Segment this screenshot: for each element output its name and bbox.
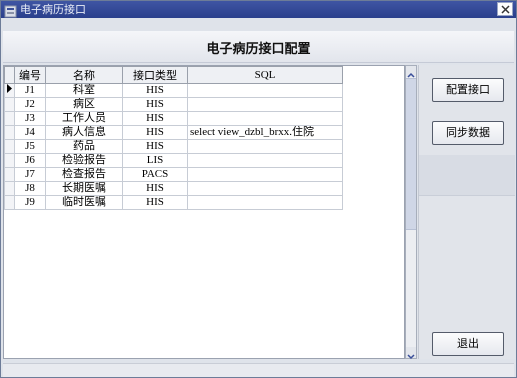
interface-grid[interactable]: 编号 名称 接口类型 SQL J1 科室 HIS J2 病区 HIS J3 工作人员 HIS J4… [3,65,405,359]
cell-type[interactable]: HIS [122,111,188,126]
table-row[interactable]: J7 检查报告 PACS [4,167,343,182]
cell-sql[interactable] [187,139,343,154]
row-indicator [4,167,15,182]
table-row[interactable]: J9 临时医嘱 HIS [4,195,343,210]
cell-code[interactable]: J6 [14,153,46,168]
cell-type[interactable]: HIS [122,83,188,98]
cell-type[interactable]: HIS [122,97,188,112]
status-bar [3,363,514,377]
table-row[interactable]: J4 病人信息 HIS select view_dzbl_brxx.住院 [4,125,343,140]
close-button[interactable] [497,2,513,16]
scroll-up-button[interactable] [406,66,416,78]
panel-band [419,155,515,195]
cell-code[interactable]: J4 [14,125,46,140]
cell-name[interactable]: 检查报告 [45,167,123,182]
page-header: 电子病历接口配置 [3,31,514,63]
window-title: 电子病历接口 [20,3,86,16]
cell-sql[interactable] [187,97,343,112]
cell-name[interactable]: 长期医嘱 [45,181,123,196]
action-panel: 配置接口 同步数据 退出 [418,65,515,359]
cell-name[interactable]: 检验报告 [45,153,123,168]
row-indicator [4,97,15,112]
cell-code[interactable]: J9 [14,195,46,210]
close-icon [501,5,510,14]
cell-name[interactable]: 病人信息 [45,125,123,140]
cell-code[interactable]: J3 [14,111,46,126]
row-indicator-header [4,66,15,84]
app-window: 电子病历接口 电子病历接口配置 编号 名称 接口类型 SQL J1 科室 HIS J2… [0,0,517,378]
cell-sql[interactable] [187,167,343,182]
column-header-type[interactable]: 接口类型 [122,66,188,84]
cell-sql[interactable] [187,181,343,196]
row-indicator [4,195,15,210]
cell-type[interactable]: HIS [122,195,188,210]
column-header-code[interactable]: 编号 [14,66,46,84]
table-row[interactable]: J3 工作人员 HIS [4,111,343,126]
cell-type[interactable]: HIS [122,125,188,140]
cell-sql[interactable]: select view_dzbl_brxx.住院 [187,125,343,140]
cell-code[interactable]: J7 [14,167,46,182]
title-bar: 电子病历接口 [1,1,516,18]
cell-sql[interactable] [187,111,343,126]
exit-button[interactable]: 退出 [432,332,504,356]
cell-name[interactable]: 病区 [45,97,123,112]
cell-code[interactable]: J1 [14,83,46,98]
app-icon [4,3,17,18]
table-row[interactable]: J6 检验报告 LIS [4,153,343,168]
row-indicator [4,153,15,168]
table-header-row: 编号 名称 接口类型 SQL [4,66,343,84]
config-interface-button[interactable]: 配置接口 [432,78,504,102]
row-indicator [4,83,15,98]
row-pointer-icon [7,84,12,93]
cell-type[interactable]: PACS [122,167,188,182]
cell-name[interactable]: 药品 [45,139,123,154]
row-indicator [4,125,15,140]
column-header-name[interactable]: 名称 [45,66,123,84]
cell-type[interactable]: HIS [122,139,188,154]
cell-code[interactable]: J5 [14,139,46,154]
sync-data-button[interactable]: 同步数据 [432,121,504,145]
column-header-sql[interactable]: SQL [187,66,343,84]
cell-type[interactable]: LIS [122,153,188,168]
cell-sql[interactable] [187,153,343,168]
page-title: 电子病历接口配置 [206,42,311,57]
row-indicator [4,111,15,126]
cell-name[interactable]: 临时医嘱 [45,195,123,210]
interface-table: 编号 名称 接口类型 SQL J1 科室 HIS J2 病区 HIS J3 工作人员 HIS J4… [4,66,343,210]
scroll-down-icon [407,354,415,360]
cell-name[interactable]: 科室 [45,83,123,98]
row-indicator [4,181,15,196]
cell-code[interactable]: J2 [14,97,46,112]
table-row[interactable]: J8 长期医嘱 HIS [4,181,343,196]
cell-name[interactable]: 工作人员 [45,111,123,126]
cell-type[interactable]: HIS [122,181,188,196]
cell-sql[interactable] [187,195,343,210]
scroll-down-button[interactable] [406,347,416,360]
scroll-thumb[interactable] [406,78,416,230]
table-row[interactable]: J1 科室 HIS [4,83,343,98]
cell-code[interactable]: J8 [14,181,46,196]
panel-divider [419,195,515,196]
table-row[interactable]: J5 药品 HIS [4,139,343,154]
row-indicator [4,139,15,154]
vertical-scrollbar[interactable] [405,65,417,360]
table-row[interactable]: J2 病区 HIS [4,97,343,112]
cell-sql[interactable] [187,83,343,98]
